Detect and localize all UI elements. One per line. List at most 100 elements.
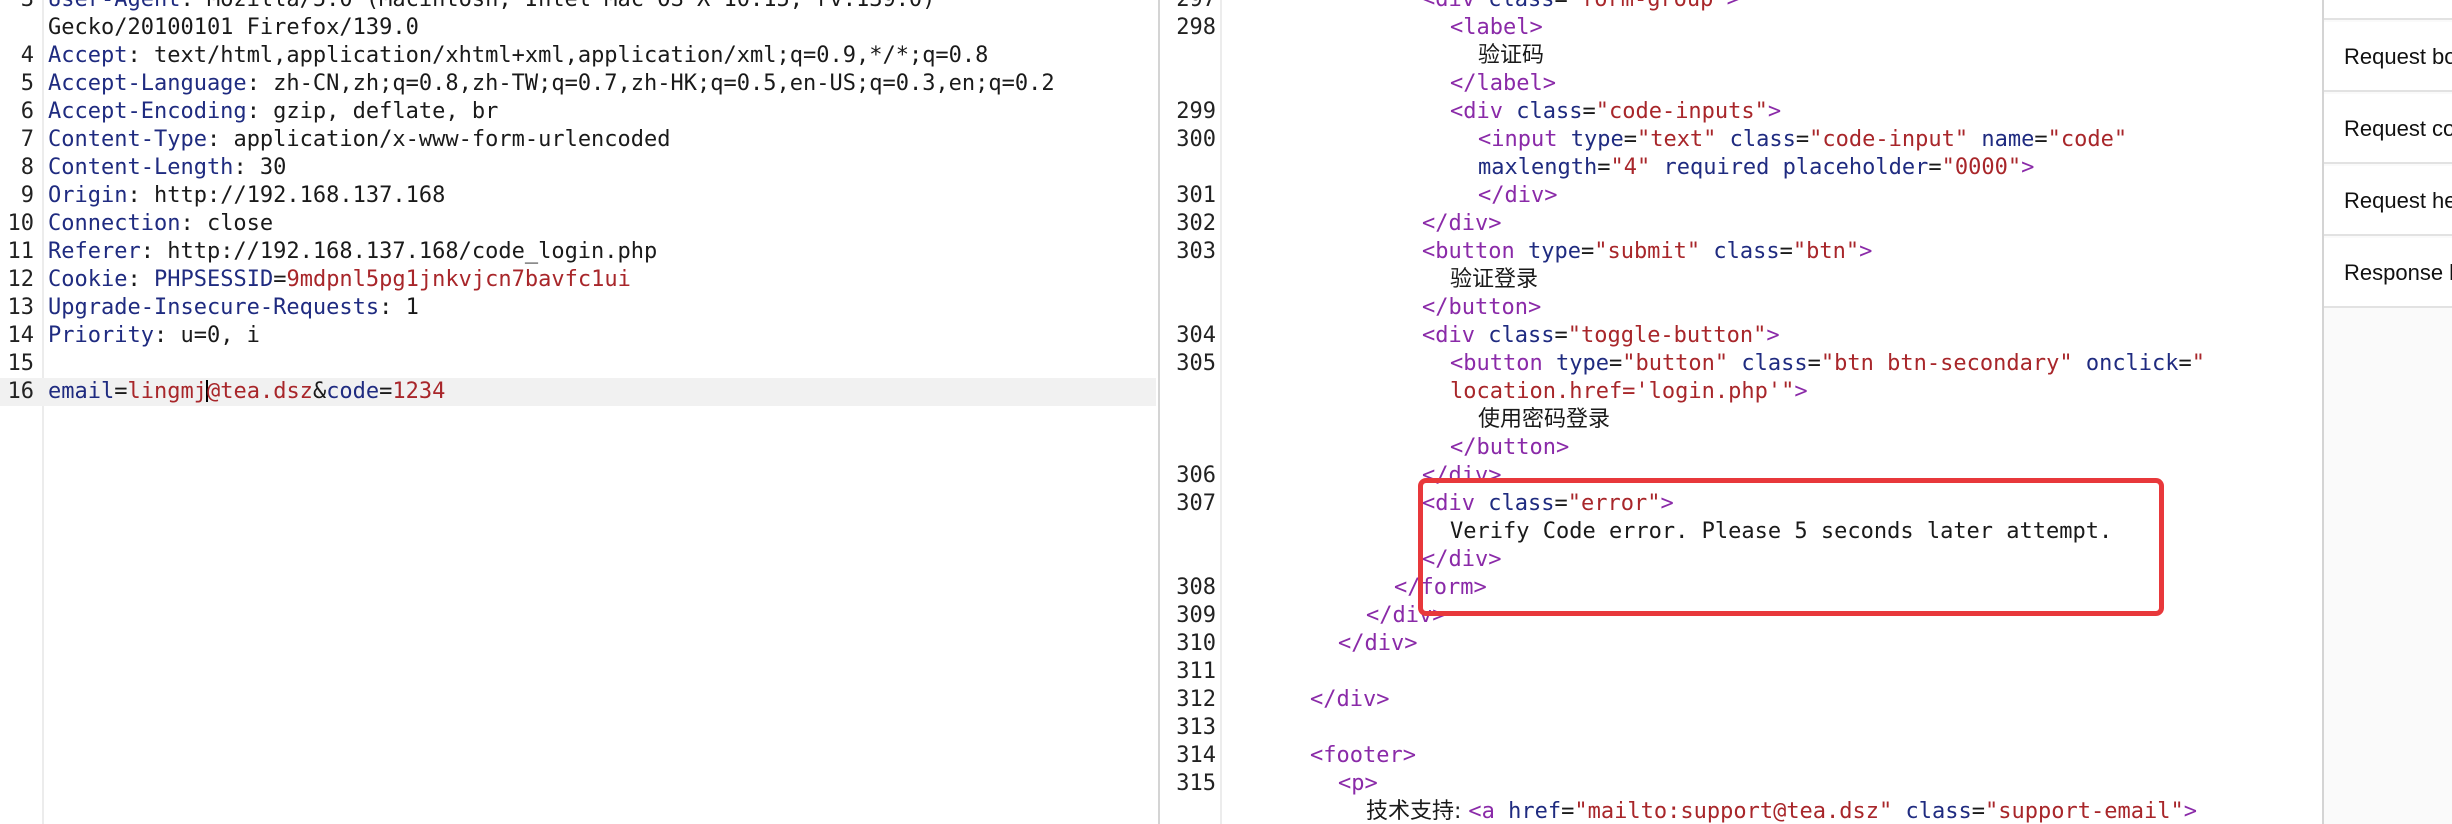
code-text: 技术支持: <a href="mailto:support@tea.dsz" c… bbox=[1226, 798, 2197, 824]
line-number: 10 bbox=[7, 211, 35, 236]
response-line: 297 <div class="form-group"> bbox=[1160, 0, 2324, 14]
code-text: <p> bbox=[1226, 770, 1378, 798]
request-line: 9 Origin: http://192.168.137.168 bbox=[0, 182, 1156, 210]
inspector-request-headers[interactable]: Request headers bbox=[2324, 166, 2452, 236]
token: = bbox=[1580, 239, 1595, 264]
code-text: Gecko/20100101 Firefox/139.0 bbox=[48, 14, 419, 42]
token: : http://192.168.137.168 bbox=[127, 183, 446, 208]
response-viewer[interactable]: 297<div class="form-group">298<label>验证码… bbox=[1158, 0, 2324, 824]
token: > bbox=[2021, 155, 2035, 180]
code-text: Accept: text/html,application/xhtml+xml,… bbox=[48, 42, 988, 70]
code-text: Origin: http://192.168.137.168 bbox=[48, 182, 445, 210]
code-text: <input type="text" class="code-input" na… bbox=[1226, 126, 2127, 154]
response-line: 315 <p> bbox=[1160, 770, 2324, 798]
token: : Mozilla/5.0 (Macintosh; Intel Mac OS X… bbox=[180, 0, 935, 12]
code-text: </button> bbox=[1226, 434, 1569, 462]
line-number: 302 bbox=[1176, 211, 1216, 236]
token: <a bbox=[1468, 799, 1509, 824]
token: = bbox=[2034, 127, 2048, 152]
response-line: 302 </div> bbox=[1160, 210, 2324, 238]
line-number: 297 bbox=[1168, 0, 1216, 14]
response-line: 305 <button type="button" class="btn btn-… bbox=[1160, 350, 2324, 378]
line-number: 305 bbox=[1176, 351, 1216, 376]
token: : u=0, i bbox=[153, 323, 260, 348]
code-text: Accept-Encoding: gzip, deflate, br bbox=[48, 98, 498, 126]
response-line: 300 <input type="text" class="code-input"… bbox=[1160, 126, 2324, 154]
token: "btn" bbox=[1792, 239, 1860, 264]
token: type bbox=[1527, 239, 1581, 264]
token: <footer bbox=[1310, 743, 1403, 768]
token: > bbox=[1859, 239, 1873, 264]
code-text: </div> bbox=[1226, 182, 1557, 210]
code-text: 验证码 bbox=[1226, 42, 1544, 70]
request-line: 3 User-Agent: Mozilla/5.0 (Macintosh; Int… bbox=[0, 0, 1156, 14]
token: </div bbox=[1310, 687, 1377, 712]
line-number: 8 bbox=[20, 155, 34, 180]
token: > bbox=[1727, 0, 1740, 12]
line-number: 311 bbox=[1176, 659, 1216, 684]
token: : application/x-www-form-urlencoded bbox=[206, 127, 671, 152]
token: "toggle-button" bbox=[1567, 323, 1767, 348]
request-editor[interactable]: 3 User-Agent: Mozilla/5.0 (Macintosh; Int… bbox=[0, 0, 1156, 824]
line-number: 12 bbox=[7, 267, 35, 292]
line-number: 7 bbox=[20, 127, 34, 152]
token: Priority bbox=[48, 323, 154, 348]
inspector-request-cookies[interactable]: Request cookies bbox=[2324, 94, 2452, 164]
token: "0000" bbox=[1941, 155, 2022, 180]
line-number: 312 bbox=[1176, 687, 1216, 712]
code-text: <footer> bbox=[1226, 742, 1416, 770]
token: Accept-Language bbox=[48, 71, 247, 96]
token: = bbox=[1807, 351, 1821, 376]
line-number: 299 bbox=[1176, 99, 1216, 124]
token: = bbox=[2178, 351, 2192, 376]
line-number: 306 bbox=[1176, 463, 1216, 488]
inspector-header bbox=[2324, 0, 2452, 20]
token: > bbox=[1766, 323, 1780, 348]
token: onclick bbox=[2072, 351, 2179, 376]
request-line: Gecko/20100101 Firefox/139.0 bbox=[0, 14, 1156, 42]
token: = bbox=[273, 267, 287, 292]
request-line: 5 Accept-Language: zh-CN,zh;q=0.8,zh-TW;q… bbox=[0, 70, 1156, 98]
token: Origin bbox=[48, 183, 128, 208]
code-text: <div class="code-inputs"> bbox=[1226, 98, 1781, 126]
token: > bbox=[1527, 295, 1542, 320]
response-line: 312 </div> bbox=[1160, 686, 2324, 714]
inspector-response-headers[interactable]: Response headers bbox=[2324, 238, 2452, 308]
token: "text" bbox=[1636, 127, 1717, 152]
line-number: 313 bbox=[1176, 715, 1216, 740]
code-text: <div class="form-group"> bbox=[1226, 0, 1740, 14]
code-text: <div class="toggle-button"> bbox=[1226, 322, 1780, 350]
code-text: Referer: http://192.168.137.168/code_log… bbox=[48, 238, 657, 266]
token: email bbox=[48, 379, 115, 404]
token: = bbox=[1554, 323, 1568, 348]
response-line: 311 bbox=[1160, 658, 2324, 686]
line-number: 4 bbox=[20, 43, 34, 68]
response-line: 使用密码登录 bbox=[1160, 406, 2324, 434]
code-text: </label> bbox=[1226, 70, 1556, 98]
line-number: 300 bbox=[1176, 127, 1216, 152]
token: 使用密码登录 bbox=[1478, 407, 1611, 432]
token: > bbox=[1542, 71, 1556, 96]
token: 技术支持: bbox=[1366, 799, 1469, 824]
response-line: </label> bbox=[1160, 70, 2324, 98]
error-highlight-box bbox=[1418, 478, 2164, 616]
token: = bbox=[1582, 99, 1596, 124]
token: 1234 bbox=[392, 379, 446, 404]
token: <div bbox=[1422, 323, 1489, 348]
response-line: 技术支持: <a href="mailto:support@tea.dsz" c… bbox=[1160, 798, 2324, 824]
response-line: </button> bbox=[1160, 294, 2324, 322]
code-text: Content-Type: application/x-www-form-url… bbox=[48, 126, 671, 154]
token: <p bbox=[1338, 771, 1365, 796]
token: required placeholder bbox=[1650, 155, 1929, 180]
token: : close bbox=[180, 211, 274, 236]
token: <input bbox=[1478, 127, 1571, 152]
token: : bbox=[127, 267, 154, 292]
inspector-request-body[interactable]: Request body bbox=[2324, 22, 2452, 92]
code-text: Content-Length: 30 bbox=[48, 154, 286, 182]
code-text: location.href='login.php'"> bbox=[1226, 378, 1808, 406]
token: > bbox=[1376, 687, 1390, 712]
response-line: 314 <footer> bbox=[1160, 742, 2324, 770]
request-line: 12 Cookie: PHPSESSID=9mdpnl5pg1jnkvjcn7ba… bbox=[0, 266, 1156, 294]
code-text: email=lingmj@tea.dsz&code=1234 bbox=[48, 378, 445, 406]
line-number: 14 bbox=[7, 323, 35, 348]
